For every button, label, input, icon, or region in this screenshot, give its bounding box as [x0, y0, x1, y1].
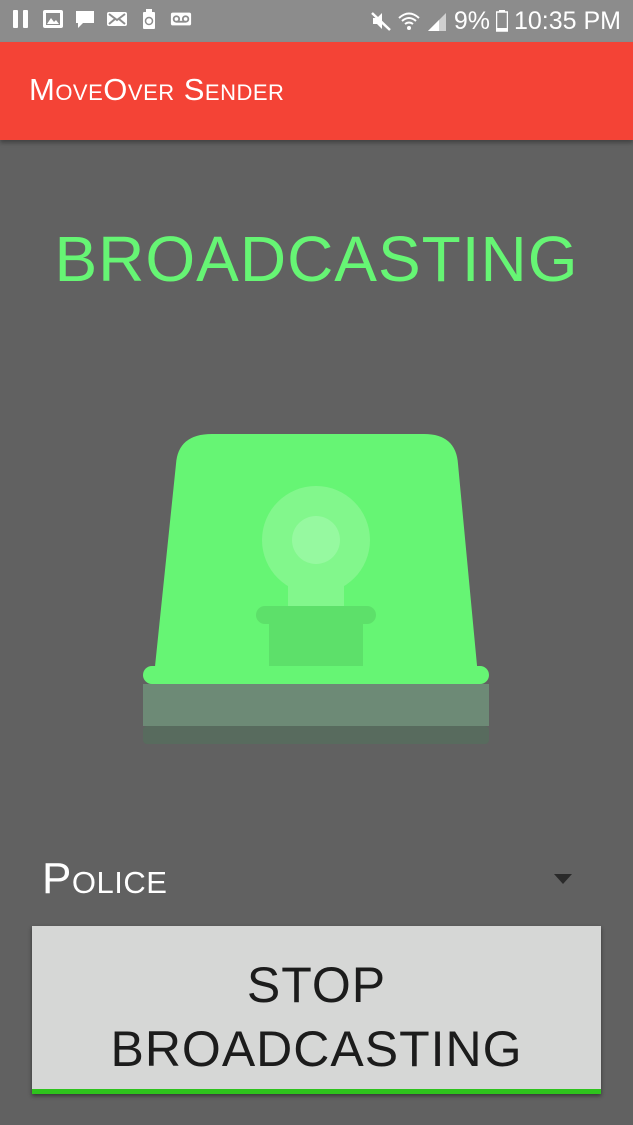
chat-icon	[76, 11, 94, 28]
signal-icon	[427, 13, 446, 31]
pause-icon	[13, 10, 28, 28]
notification-icons	[10, 8, 192, 30]
siren-light-icon	[143, 434, 489, 744]
voicemail-icon	[170, 12, 192, 26]
dropdown-arrow-icon	[554, 874, 572, 884]
app-title: MoveOver Sender	[29, 72, 285, 107]
clock: 10:35 PM	[513, 7, 621, 35]
wifi-icon	[398, 12, 420, 30]
stop-broadcasting-button[interactable]: STOP BROADCASTING	[32, 926, 601, 1094]
vehicle-type-dropdown[interactable]: Police	[40, 848, 590, 914]
vehicle-type-value: Police	[42, 854, 168, 903]
email-icon	[107, 12, 127, 26]
image-icon	[43, 10, 63, 28]
battery-percent: 9%	[453, 7, 490, 35]
recycle-icon	[143, 9, 155, 29]
mute-icon	[370, 12, 391, 31]
app-bar: MoveOver Sender	[0, 42, 633, 140]
system-status: 9% 10:35 PM	[370, 6, 621, 36]
status-bar: 9% 10:35 PM	[0, 0, 633, 42]
broadcast-status-heading: BROADCASTING	[54, 223, 579, 295]
battery-icon	[495, 10, 508, 32]
